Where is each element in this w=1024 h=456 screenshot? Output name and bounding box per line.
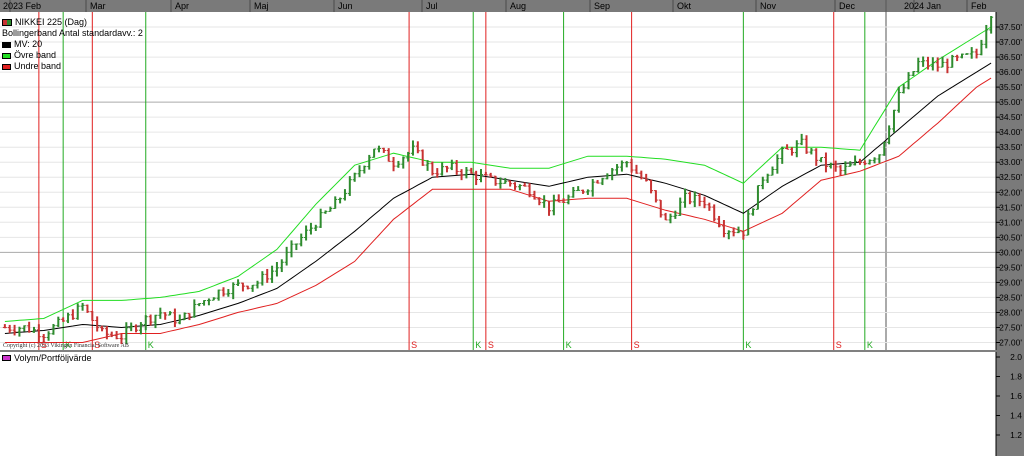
y-tick-label: 31.00' — [999, 217, 1022, 227]
volume-swatch — [2, 355, 11, 361]
volume-tick-label: 1.6 — [1010, 391, 1022, 401]
copyright-text: Copyright (c) 2023 Vikingen Financial So… — [3, 343, 129, 349]
month-label: Maj — [254, 1, 269, 11]
buy-signal-label: K — [867, 340, 873, 350]
legend-ma-label: MV: 20 — [14, 39, 43, 49]
month-label: 2023 Feb — [3, 1, 41, 11]
month-label: Jun — [338, 1, 353, 11]
y-tick-label: 29.50' — [999, 262, 1022, 272]
legend-indicator-label: Bollingerband Antal standardavv.: 2 — [2, 28, 143, 38]
upper-band-swatch — [2, 52, 11, 59]
y-tick-label: 28.50' — [999, 292, 1022, 302]
candle-icon — [2, 19, 12, 26]
volume-label: Volym/Portföljvärde — [14, 353, 92, 363]
month-label: Nov — [760, 1, 777, 11]
sell-signal-label: S — [411, 340, 417, 350]
legend-lower-label: Undre band — [14, 61, 62, 71]
y-tick-label: 33.50' — [999, 142, 1022, 152]
month-label: Aug — [510, 1, 526, 11]
month-label: Jul — [426, 1, 438, 11]
y-tick-label: 32.00' — [999, 187, 1022, 197]
legend-lower[interactable]: Undre band — [2, 61, 143, 72]
chart-legend: NIKKEI 225 (Dag) Bollingerband Antal sta… — [2, 17, 143, 72]
volume-tick-label: 1.2 — [1010, 430, 1022, 440]
legend-indicator: Bollingerband Antal standardavv.: 2 — [2, 28, 143, 39]
y-tick-label: 30.50' — [999, 232, 1022, 242]
lower-band-swatch — [2, 63, 11, 70]
volume-tick-label: 2.0 — [1010, 352, 1022, 362]
volume-axis-strip — [996, 352, 1024, 456]
price-chart[interactable]: 2023 Feb Mar Apr Maj Jun Jul Aug Sep Okt Nov Dec 20… — [0, 0, 1024, 456]
legend-upper-label: Övre band — [14, 50, 57, 60]
buy-signal-label: K — [148, 340, 154, 350]
price-bars — [2, 16, 994, 345]
buy-signal-label: K — [566, 340, 572, 350]
lower-line — [4, 77, 992, 343]
y-tick-label: 34.50' — [999, 112, 1022, 122]
month-label: Dec — [839, 1, 856, 11]
sell-signal-label: S — [836, 340, 842, 350]
y-tick-label: 36.00' — [999, 67, 1022, 77]
y-tick-label: 34.00' — [999, 127, 1022, 137]
y-tick-label: 29.00' — [999, 277, 1022, 287]
y-tick-label: 28.00' — [999, 307, 1022, 317]
sell-signal-label: S — [488, 340, 494, 350]
y-tick-label: 35.00' — [999, 97, 1022, 107]
month-label: Apr — [175, 1, 189, 11]
month-label: 2024 Jan — [904, 1, 941, 11]
volume-tick-label: 1.8 — [1010, 372, 1022, 382]
y-tick-label: 37.00' — [999, 37, 1022, 47]
ma-line — [4, 62, 992, 334]
month-label: Sep — [594, 1, 610, 11]
y-tick-label: 27.50' — [999, 322, 1022, 332]
buy-signal-label: K — [745, 340, 751, 350]
month-label: Mar — [90, 1, 106, 11]
y-tick-label: 36.50' — [999, 52, 1022, 62]
legend-upper[interactable]: Övre band — [2, 50, 143, 61]
volume-tick-label: 1.4 — [1010, 411, 1022, 421]
volume-legend[interactable]: Volym/Portföljvärde — [2, 353, 92, 363]
y-tick-label: 37.50' — [999, 22, 1022, 32]
buy-signal-label: K — [475, 340, 481, 350]
y-tick-label: 27.00' — [999, 337, 1022, 347]
ma-swatch — [2, 41, 11, 48]
y-tick-label: 32.50' — [999, 172, 1022, 182]
upper-line — [4, 26, 992, 322]
sell-signal-label: S — [634, 340, 640, 350]
month-label: Okt — [677, 1, 692, 11]
month-label: Feb — [971, 1, 987, 11]
legend-ma[interactable]: MV: 20 — [2, 39, 143, 50]
chart-window: 2023 Feb Mar Apr Maj Jun Jul Aug Sep Okt Nov Dec 20… — [0, 0, 1024, 456]
legend-series[interactable]: NIKKEI 225 (Dag) — [2, 17, 143, 28]
y-tick-label: 33.00' — [999, 157, 1022, 167]
legend-series-label: NIKKEI 225 (Dag) — [15, 17, 88, 27]
y-tick-label: 35.50' — [999, 82, 1022, 92]
y-tick-label: 31.50' — [999, 202, 1022, 212]
panel-separator — [0, 350, 996, 352]
y-tick-label: 30.00' — [999, 247, 1022, 257]
